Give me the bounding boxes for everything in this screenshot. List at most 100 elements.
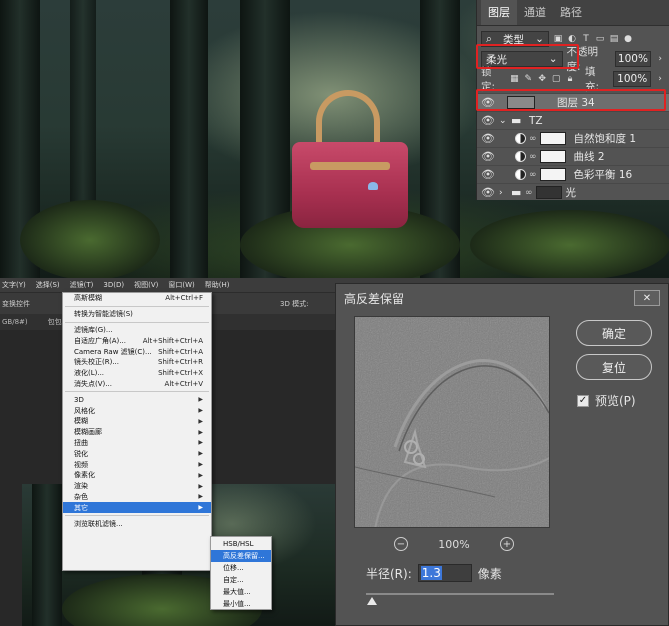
menu-help[interactable]: 帮助(H) bbox=[205, 280, 230, 290]
menu-item-video[interactable]: 视频 ▶ bbox=[63, 459, 211, 470]
shape-filter-icon[interactable]: ▭ bbox=[595, 34, 605, 44]
adjustment-layer-icon bbox=[515, 151, 526, 162]
tab-channels[interactable]: 通道 bbox=[517, 0, 553, 25]
menu-item-blur-gallery[interactable]: 模糊画廊 ▶ bbox=[63, 427, 211, 438]
chevron-right-icon[interactable]: › bbox=[655, 54, 665, 64]
lock-all-icon[interactable]: 🔒︎ bbox=[565, 74, 575, 84]
close-icon: ✕ bbox=[642, 292, 652, 304]
layer-name: 图层 34 bbox=[557, 97, 595, 109]
layer-thumbnail bbox=[507, 96, 535, 109]
lock-position-icon[interactable]: ✥ bbox=[537, 74, 547, 84]
menu-filter[interactable]: 滤镜(T) bbox=[70, 280, 94, 290]
submenu-item-hsb-hsl[interactable]: HSB/HSL bbox=[211, 538, 271, 550]
document-tab[interactable]: 包包 bbox=[48, 317, 62, 327]
chevron-right-icon[interactable]: › bbox=[655, 74, 665, 84]
menu-type[interactable]: 文字(Y) bbox=[2, 280, 26, 290]
document-tab[interactable]: GB/8#) bbox=[2, 318, 28, 326]
transform-controls-label[interactable]: 变换控件 bbox=[2, 299, 30, 309]
menu-item-lens-correction[interactable]: 镜头校正(R)... Shift+Ctrl+R bbox=[63, 357, 211, 368]
radius-label: 半径(R): bbox=[366, 566, 412, 581]
menu-item-other[interactable]: 其它 ▶ bbox=[63, 502, 211, 514]
radius-input[interactable]: 1.3 bbox=[417, 564, 472, 582]
layer-mask-thumbnail bbox=[539, 150, 566, 163]
eye-icon[interactable]: 👁︎ bbox=[477, 150, 499, 163]
close-button[interactable]: ✕ bbox=[634, 290, 660, 306]
menu-item-gaussian-blur[interactable]: 高斯模糊 Alt+Ctrl+F bbox=[63, 293, 211, 304]
menu-item-adaptive-wide-angle[interactable]: 自适应广角(A)... Alt+Shift+Ctrl+A bbox=[63, 335, 211, 346]
radius-slider-track[interactable] bbox=[366, 593, 554, 595]
adjustment-filter-icon[interactable]: ◐ bbox=[567, 34, 577, 44]
submenu-item-custom[interactable]: 自定... bbox=[211, 574, 271, 586]
menu-item-blur[interactable]: 模糊 ▶ bbox=[63, 416, 211, 427]
menu-item-camera-raw[interactable]: Camera Raw 滤镜(C)... Shift+Ctrl+A bbox=[63, 346, 211, 357]
radius-slider-thumb[interactable] bbox=[367, 597, 377, 605]
checkmark-icon[interactable]: ✓ bbox=[577, 394, 589, 407]
mossy-rock bbox=[20, 200, 160, 278]
zoom-out-icon[interactable]: − bbox=[394, 537, 408, 551]
menu-item-distort[interactable]: 扭曲 ▶ bbox=[63, 438, 211, 449]
image-filter-icon[interactable]: ▣ bbox=[553, 34, 563, 44]
menu-item-render[interactable]: 渲染 ▶ bbox=[63, 481, 211, 492]
opacity-input[interactable]: 100% bbox=[614, 51, 652, 67]
layer-row[interactable]: 👁︎ ∞ 色彩平衡 16 bbox=[477, 165, 669, 183]
chevron-down-icon[interactable]: ⌄ bbox=[499, 116, 511, 126]
layer-row[interactable]: 👁︎ ∞ 曲线 2 bbox=[477, 147, 669, 165]
eye-icon[interactable]: 👁︎ bbox=[477, 168, 499, 181]
menu-item-stylize[interactable]: 风格化 ▶ bbox=[63, 405, 211, 416]
menu-item-noise[interactable]: 杂色 ▶ bbox=[63, 492, 211, 503]
menu-view[interactable]: 视图(V) bbox=[134, 280, 158, 290]
filter-preview-image[interactable] bbox=[354, 316, 550, 528]
submenu-item-offset[interactable]: 位移... bbox=[211, 562, 271, 574]
lock-pixels-icon[interactable]: ✎ bbox=[523, 74, 533, 84]
chevron-right-icon: ▶ bbox=[198, 396, 203, 404]
eye-icon[interactable]: 👁︎ bbox=[477, 132, 499, 145]
menu-item-pixelate[interactable]: 像素化 ▶ bbox=[63, 470, 211, 481]
submenu-item-high-pass[interactable]: 高反差保留... bbox=[211, 550, 271, 562]
type-filter-icon[interactable]: T bbox=[581, 34, 591, 44]
eye-icon[interactable]: 👁︎ bbox=[477, 96, 499, 109]
preview-checkbox[interactable]: ✓ 预览(P) bbox=[577, 392, 636, 409]
menu-separator bbox=[65, 391, 209, 393]
layer-name: TZ bbox=[529, 114, 543, 127]
menu-item-convert-smart-filter[interactable]: 转换为智能滤镜(S) bbox=[63, 309, 211, 320]
layer-group-row[interactable]: 👁︎ › ▬ ∞ 光 bbox=[477, 183, 669, 201]
lock-label: 锁定: bbox=[481, 66, 496, 93]
fill-input[interactable]: 100% bbox=[613, 71, 652, 87]
chevron-right-icon: ▶ bbox=[198, 493, 203, 501]
chevron-right-icon: ▶ bbox=[198, 439, 203, 447]
layer-mask-thumbnail bbox=[535, 186, 562, 199]
chevron-right-icon[interactable]: › bbox=[499, 188, 511, 198]
menu-item-sharpen[interactable]: 锐化 ▶ bbox=[63, 448, 211, 459]
menu-item-3d[interactable]: 3D ▶ bbox=[63, 394, 211, 405]
layer-mask-thumbnail bbox=[539, 168, 566, 181]
layer-name: 色彩平衡 16 bbox=[573, 169, 633, 181]
layer-row[interactable]: 👁︎ ∞ 自然饱和度 1 bbox=[477, 129, 669, 147]
submenu-item-minimum[interactable]: 最小值... bbox=[211, 598, 271, 610]
menu-item-filter-gallery[interactable]: 滤镜库(G)... bbox=[63, 325, 211, 336]
eye-icon[interactable]: 👁︎ bbox=[477, 186, 499, 199]
menu-3d[interactable]: 3D(D) bbox=[103, 281, 124, 289]
lock-artboard-icon[interactable]: ▢ bbox=[551, 74, 561, 84]
menu-item-liquify[interactable]: 液化(L)... Shift+Ctrl+X bbox=[63, 368, 211, 379]
butterfly-icon bbox=[368, 182, 378, 190]
eye-icon[interactable]: 👁︎ bbox=[477, 114, 499, 127]
chevron-right-icon: ▶ bbox=[198, 482, 203, 490]
smart-object-filter-icon[interactable]: ▤ bbox=[609, 34, 619, 44]
dialog-title-bar[interactable]: 高反差保留 ✕ bbox=[336, 284, 668, 312]
menu-item-vanishing-point[interactable]: 消失点(V)... Alt+Ctrl+V bbox=[63, 379, 211, 390]
ok-button[interactable]: 确定 bbox=[576, 320, 652, 346]
layer-filter-select[interactable]: ⌕ 类型 ⌄ bbox=[481, 31, 549, 47]
menu-window[interactable]: 窗口(W) bbox=[168, 280, 194, 290]
tab-layers[interactable]: 图层 bbox=[481, 0, 517, 25]
zoom-controls: − 100% + bbox=[394, 537, 514, 551]
zoom-in-icon[interactable]: + bbox=[499, 537, 514, 551]
reset-button[interactable]: 复位 bbox=[576, 354, 652, 380]
menu-select[interactable]: 选择(S) bbox=[36, 280, 60, 290]
layer-group-row[interactable]: 👁︎ ⌄ ▬ TZ bbox=[477, 111, 669, 129]
filter-toggle-icon[interactable]: ● bbox=[623, 34, 633, 44]
menu-item-browse-online-filters[interactable]: 浏览联机滤镜... bbox=[63, 518, 211, 529]
submenu-item-maximum[interactable]: 最大值... bbox=[211, 586, 271, 598]
layer-row[interactable]: 👁︎ 图层 34 bbox=[477, 93, 669, 111]
tab-paths[interactable]: 路径 bbox=[553, 0, 589, 25]
lock-transparent-icon[interactable]: ▦ bbox=[509, 74, 519, 84]
